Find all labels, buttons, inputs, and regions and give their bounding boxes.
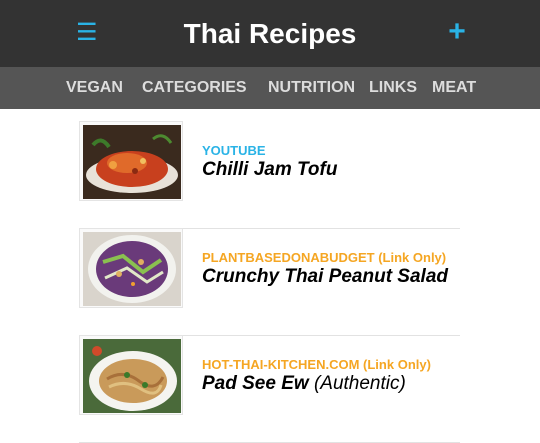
app-header: ☰ Thai Recipes + bbox=[0, 0, 540, 67]
recipe-source[interactable]: HOT-THAI-KITCHEN.COM (Link Only) bbox=[202, 357, 431, 372]
nav-item-links[interactable]: LINKS bbox=[369, 67, 417, 109]
recipe-source[interactable]: PLANTBASEDONABUDGET (Link Only) bbox=[202, 250, 446, 265]
category-nav: VEGAN CATEGORIES NUTRITION LINKS MEAT bbox=[0, 67, 540, 109]
nav-item-nutrition[interactable]: NUTRITION bbox=[268, 67, 355, 109]
recipe-title-text: Chilli Jam Tofu bbox=[202, 159, 338, 180]
recipe-title-note: (Authentic) bbox=[313, 373, 406, 394]
recipe-thumbnail[interactable] bbox=[79, 335, 183, 415]
recipe-card[interactable]: YOUTUBE Chilli Jam Tofu bbox=[79, 121, 460, 229]
recipe-title[interactable]: Pad See Ew (Authentic) bbox=[202, 373, 406, 395]
recipe-card[interactable]: PLANTBASEDONABUDGET (Link Only) Crunchy … bbox=[79, 228, 460, 336]
recipe-title-text: Pad See Ew bbox=[202, 373, 309, 394]
recipe-title[interactable]: Crunchy Thai Peanut Salad bbox=[202, 266, 448, 288]
nav-item-meat[interactable]: MEAT bbox=[432, 67, 476, 109]
plus-icon[interactable]: + bbox=[444, 14, 470, 50]
nav-item-categories[interactable]: CATEGORIES bbox=[142, 67, 247, 109]
recipe-thumbnail[interactable] bbox=[79, 228, 183, 308]
recipe-title-text: Crunchy Thai Peanut Salad bbox=[202, 266, 448, 287]
recipe-source[interactable]: YOUTUBE bbox=[202, 143, 266, 158]
recipe-card[interactable]: HOT-THAI-KITCHEN.COM (Link Only) Pad See… bbox=[79, 335, 460, 443]
recipe-thumbnail[interactable] bbox=[79, 121, 183, 201]
recipe-title[interactable]: Chilli Jam Tofu bbox=[202, 159, 337, 181]
nav-item-vegan[interactable]: VEGAN bbox=[66, 67, 123, 109]
